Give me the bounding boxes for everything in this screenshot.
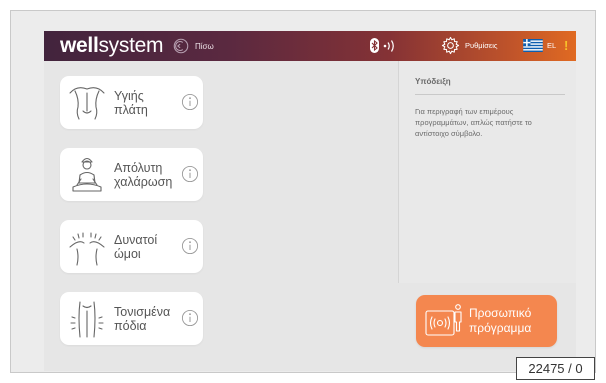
info-icon[interactable]: [181, 309, 199, 327]
program-label: Δυνατοί ώμοι: [114, 232, 158, 261]
personal-program-icon: [425, 304, 462, 336]
program-card-relaxation[interactable]: Απόλυτη χαλάρωση: [60, 148, 203, 201]
hint-panel: Υπόδειξη Για περιγραφή των επιμέρους προ…: [398, 61, 576, 283]
program-card-healthy-back[interactable]: Υγιής πλάτη: [60, 76, 203, 129]
top-bar: wellsystem Πίσω Ρυθμίσεις EL !: [44, 31, 576, 61]
bluetooth-icon: [370, 38, 379, 53]
hint-title: Υπόδειξη: [415, 77, 451, 86]
shoulders-icon: [69, 232, 105, 266]
program-label: Απόλυτη χαλάρωση: [114, 160, 173, 189]
settings-label: Ρυθμίσεις: [465, 41, 498, 50]
greek-flag-icon: [523, 39, 543, 52]
hint-text: Για περιγραφή των επιμέρους προγραμμάτων…: [415, 107, 532, 138]
personal-program-button[interactable]: Προσωπικό πρόγραμμα: [416, 295, 557, 347]
legs-icon: [70, 301, 104, 338]
app-screen: wellsystem Πίσω Ρυθμίσεις EL ! Υγιής πλά…: [44, 31, 576, 371]
language-label: EL: [547, 41, 557, 50]
figure-number: 22475 / 0: [516, 357, 595, 380]
program-label: Υγιής πλάτη: [114, 88, 148, 117]
wellsystem-logo: wellsystem: [60, 34, 164, 57]
hint-divider: [415, 94, 565, 95]
info-icon[interactable]: [181, 237, 199, 255]
program-card-legs[interactable]: Τονισμένα πόδια: [60, 292, 203, 345]
relaxation-icon: [72, 157, 102, 192]
language-selector[interactable]: EL: [523, 39, 556, 52]
settings-button[interactable]: Ρυθμίσεις: [441, 36, 498, 55]
back-label: Πίσω: [195, 41, 214, 51]
personal-program-label: Προσωπικό πρόγραμμα: [469, 306, 532, 335]
wireless-signal-icon: [383, 40, 394, 52]
program-card-shoulders[interactable]: Δυνατοί ώμοι: [60, 220, 203, 273]
back-button[interactable]: Πίσω: [172, 37, 214, 55]
back-icon: [173, 38, 189, 54]
program-label: Τονισμένα πόδια: [114, 304, 171, 333]
gear-icon: [441, 36, 460, 55]
warning-indicator[interactable]: !: [564, 38, 568, 53]
healthy-back-icon: [69, 87, 105, 120]
info-icon[interactable]: [181, 93, 199, 111]
info-icon[interactable]: [181, 165, 199, 183]
